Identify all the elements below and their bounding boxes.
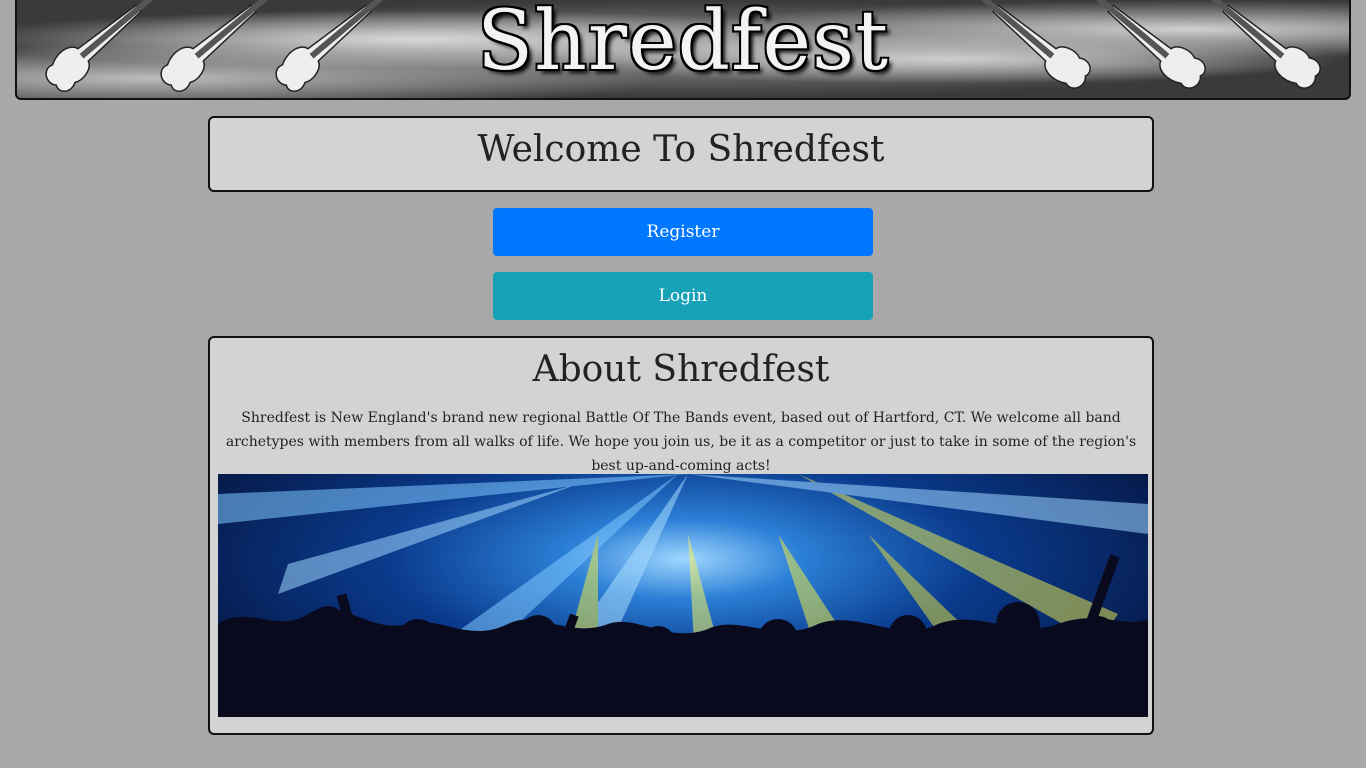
about-heading: About Shredfest (532, 349, 830, 390)
about-description: Shredfest is New England's brand new reg… (225, 410, 1137, 474)
welcome-heading: Welcome To Shredfest (477, 129, 885, 170)
site-title: Shredfest (476, 0, 890, 89)
concert-crowd-image (218, 474, 1148, 717)
welcome-card: Welcome To Shredfest (208, 116, 1154, 192)
site-banner: Shredfest (15, 0, 1351, 100)
login-button[interactable]: Login (493, 272, 873, 320)
concert-photo-graphic (218, 474, 1148, 717)
about-card: About Shredfest Shredfest is New England… (208, 336, 1154, 735)
register-button[interactable]: Register (493, 208, 873, 256)
